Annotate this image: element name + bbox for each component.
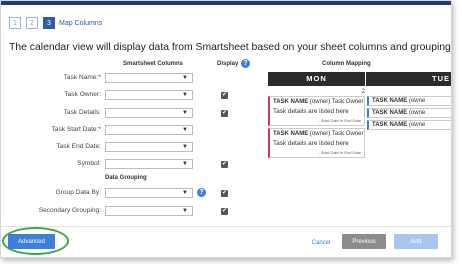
footer-divider xyxy=(1,226,451,227)
step-1[interactable]: 1 xyxy=(9,17,21,29)
task-end-date-label: Task End Date: xyxy=(56,143,101,150)
group-data-by-display-checkbox[interactable]: ✔ xyxy=(221,190,228,197)
chevron-down-icon: ▼ xyxy=(182,110,188,116)
top-strip xyxy=(1,1,451,5)
page-description: The calendar view will display data from… xyxy=(9,42,452,53)
symbol-display-checkbox[interactable]: ✔ xyxy=(221,161,228,168)
task-start-date-select[interactable]: ▼ xyxy=(105,125,193,135)
smartsheet-columns-header: Smartsheet Columns xyxy=(123,61,184,67)
data-grouping-header: Data Grouping xyxy=(105,175,147,181)
cancel-button[interactable]: Cancel xyxy=(306,235,336,250)
group-data-by-select[interactable]: ▼ xyxy=(105,188,193,198)
chevron-down-icon: ▼ xyxy=(182,144,188,150)
step-title: Map Columns xyxy=(59,19,103,27)
advanced-button[interactable]: Advanced xyxy=(8,234,55,249)
day-number: 2 xyxy=(361,89,365,95)
group-data-by-label: Group Data By: xyxy=(55,189,101,196)
day-header-mon: MON xyxy=(268,72,365,86)
task-owner-select[interactable]: ▼ xyxy=(105,90,193,100)
task-owner-label: Task Owner: xyxy=(64,91,101,98)
chevron-down-icon: ▼ xyxy=(182,75,188,81)
chevron-down-icon: ▼ xyxy=(182,92,188,98)
group-help-icon[interactable]: ? xyxy=(197,188,206,197)
task-details-display-checkbox[interactable]: ✔ xyxy=(221,110,228,117)
display-header: Display xyxy=(217,61,239,67)
calendar-preview: MON TUE 2 TASK NAME (owner) Task Owner T… xyxy=(268,72,451,162)
previous-button[interactable]: Previous xyxy=(342,234,386,249)
event-card[interactable]: TASK NAME (owne xyxy=(367,96,451,106)
step-3[interactable]: 3 xyxy=(43,17,55,29)
event-card[interactable]: TASK NAME (owne xyxy=(367,120,451,130)
task-start-date-label: Task Start Date:* xyxy=(51,126,101,133)
task-name-label: Task Name:* xyxy=(63,74,101,81)
wizard-steps: 1 2 3 Map Columns xyxy=(9,16,102,30)
secondary-grouping-label: Secondary Grouping: xyxy=(38,207,101,214)
step-2[interactable]: 2 xyxy=(26,17,38,29)
task-details-label: Task Details: xyxy=(63,109,101,116)
chevron-down-icon: ▼ xyxy=(182,161,188,167)
secondary-grouping-select[interactable]: ▼ xyxy=(105,206,193,216)
symbol-select[interactable]: ▼ xyxy=(105,159,193,169)
chevron-down-icon: ▼ xyxy=(182,208,188,214)
add-button[interactable]: Add xyxy=(394,234,438,249)
task-details-select[interactable]: ▼ xyxy=(105,108,193,118)
task-end-date-select[interactable]: ▼ xyxy=(105,142,193,152)
chevron-down-icon: ▼ xyxy=(182,127,188,133)
symbol-label: Symbol: xyxy=(77,160,101,167)
column-mapping-header: Column Mapping xyxy=(322,61,371,67)
day-header-tue: TUE xyxy=(366,72,451,86)
task-owner-display-checkbox[interactable]: ✔ xyxy=(221,92,228,99)
task-name-select[interactable]: ▼ xyxy=(105,73,193,83)
event-card[interactable]: TASK NAME (owner) Task Owner Task detail… xyxy=(268,128,365,158)
display-help-icon[interactable]: ? xyxy=(241,59,250,68)
event-card[interactable]: TASK NAME (owner) Task Owner Task detail… xyxy=(268,96,365,126)
event-card[interactable]: TASK NAME (owne xyxy=(367,108,451,118)
secondary-grouping-display-checkbox[interactable]: ✔ xyxy=(221,208,228,215)
chevron-down-icon: ▼ xyxy=(182,190,188,196)
dialog: 1 2 3 Map Columns The calendar view will… xyxy=(0,0,452,258)
